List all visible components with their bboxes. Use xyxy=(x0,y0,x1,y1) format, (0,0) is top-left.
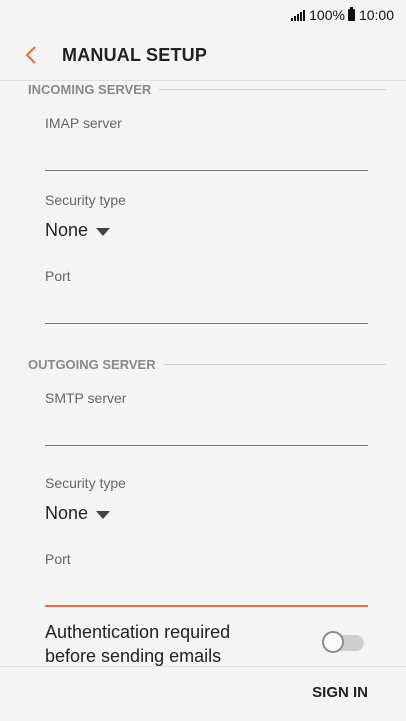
smtp-server-label: SMTP server xyxy=(45,390,127,406)
incoming-security-type-label: Security type xyxy=(45,192,126,208)
battery-percent: 100% xyxy=(309,7,345,23)
outgoing-port-input[interactable] xyxy=(45,577,368,605)
incoming-server-section: INCOMING SERVER xyxy=(28,82,386,97)
section-divider xyxy=(159,89,386,90)
imap-server-underline xyxy=(45,170,368,171)
sign-in-button[interactable]: SIGN IN xyxy=(312,684,368,701)
section-title: INCOMING SERVER xyxy=(28,82,152,97)
clock: 10:00 xyxy=(358,7,394,23)
outgoing-server-section: OUTGOING SERVER xyxy=(28,357,386,372)
section-title: OUTGOING SERVER xyxy=(28,357,156,372)
battery-icon xyxy=(347,7,355,21)
dropdown-arrow-icon xyxy=(96,227,111,236)
authentication-toggle[interactable] xyxy=(322,631,364,653)
outgoing-port-label: Port xyxy=(45,551,71,567)
status-bar: 100% 10:00 xyxy=(0,0,406,30)
toggle-knob xyxy=(322,631,344,653)
smtp-server-input[interactable] xyxy=(45,416,368,444)
imap-server-label: IMAP server xyxy=(45,115,122,131)
app-header: MANUAL SETUP xyxy=(0,30,406,81)
incoming-port-label: Port xyxy=(45,268,71,284)
outgoing-security-type-value: None xyxy=(45,503,89,523)
page-title: MANUAL SETUP xyxy=(62,44,208,65)
smtp-server-underline xyxy=(45,445,368,446)
imap-server-input[interactable] xyxy=(45,141,368,169)
back-button[interactable] xyxy=(0,30,62,80)
outgoing-port-underline xyxy=(45,605,368,607)
section-divider xyxy=(163,364,386,365)
outgoing-security-type-label: Security type xyxy=(45,475,126,491)
bottom-action-bar: SIGN IN xyxy=(0,666,406,721)
incoming-port-underline xyxy=(45,323,368,324)
outgoing-security-type-dropdown[interactable]: None xyxy=(45,503,111,524)
dropdown-arrow-icon xyxy=(96,510,111,519)
signal-icon xyxy=(291,9,306,21)
authentication-required-label: Authentication required before sending e… xyxy=(45,622,231,666)
chevron-left-icon xyxy=(25,46,36,64)
incoming-security-type-value: None xyxy=(45,220,89,240)
incoming-security-type-dropdown[interactable]: None xyxy=(45,220,111,241)
incoming-port-input[interactable] xyxy=(45,294,368,322)
